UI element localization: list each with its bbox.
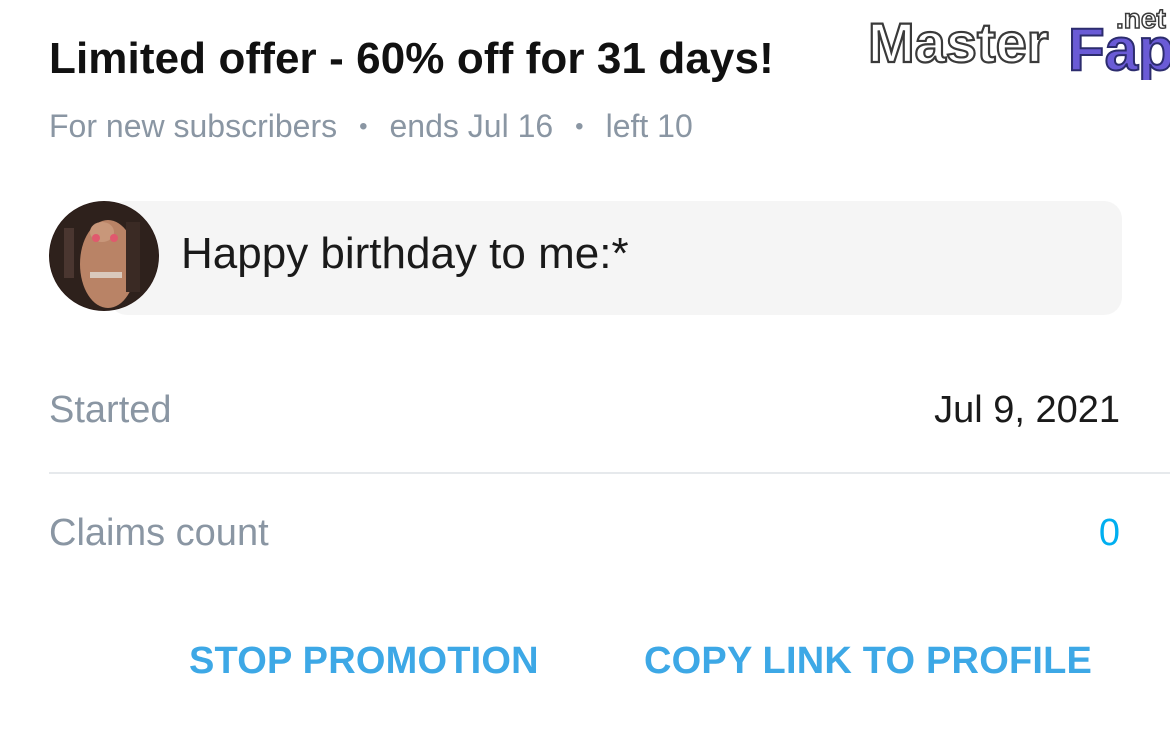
copy-link-button[interactable]: COPY LINK TO PROFILE bbox=[644, 640, 1092, 683]
stop-promotion-button[interactable]: STOP PROMOTION bbox=[189, 640, 539, 683]
claims-count-value[interactable]: 0 bbox=[1099, 512, 1120, 555]
offer-details: For new subscribers • ends Jul 16 • left… bbox=[49, 108, 693, 145]
svg-text:Master: Master bbox=[868, 11, 1049, 74]
offer-audience: For new subscribers bbox=[49, 108, 338, 144]
svg-text:.net: .net bbox=[1116, 4, 1166, 34]
offer-title: Limited offer - 60% off for 31 days! bbox=[49, 34, 774, 83]
separator-dot: • bbox=[359, 112, 368, 140]
watermark-logo: Master Fap .net bbox=[868, 4, 1170, 80]
claims-count-label: Claims count bbox=[49, 511, 269, 554]
offer-remaining: left 10 bbox=[605, 108, 693, 144]
started-label: Started bbox=[49, 388, 172, 431]
message-text: Happy birthday to me:* bbox=[181, 229, 629, 278]
started-value: Jul 9, 2021 bbox=[934, 388, 1120, 431]
promo-message-card: Happy birthday to me:* bbox=[49, 201, 1122, 315]
stat-row-started: Started Jul 9, 2021 bbox=[49, 380, 1120, 440]
separator-dot: • bbox=[575, 112, 584, 140]
divider bbox=[49, 472, 1170, 474]
avatar[interactable] bbox=[49, 201, 159, 311]
avatar-image bbox=[50, 202, 158, 310]
offer-end-date: ends Jul 16 bbox=[389, 108, 554, 144]
stat-row-claims: Claims count 0 bbox=[49, 503, 1120, 563]
